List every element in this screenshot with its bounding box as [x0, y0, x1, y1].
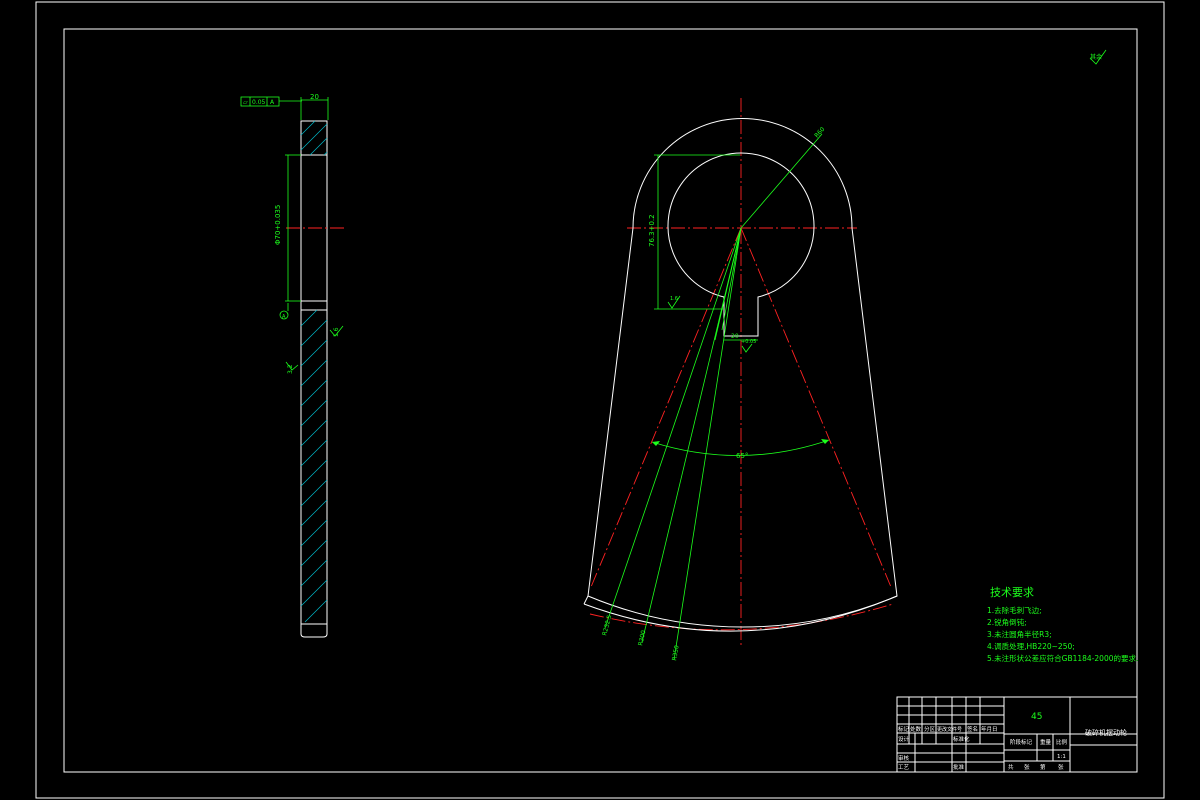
- inner-drawing-frame: [63, 28, 1138, 773]
- tb-label-date: 年月日: [981, 725, 998, 733]
- side-width-dim: 20: [310, 93, 319, 101]
- radius-top-label: R60: [813, 126, 826, 140]
- datum-letter: A: [282, 314, 286, 320]
- tb-sheet-unit-2: 张: [1058, 763, 1064, 771]
- hatch-bottom: [300, 309, 328, 623]
- tech-req-item-3: 3.未注圆角半径R3;: [987, 629, 1052, 639]
- side-view: ▱ 0.05 A 20 Φ70+0.035 A 1.6 3.2: [240, 93, 345, 638]
- tolerance-value: 0.05: [252, 99, 266, 106]
- tb-sheet-total: 共: [1008, 763, 1014, 771]
- tech-req-title: 技术要求: [990, 586, 1034, 599]
- tolerance-symbol: ▱: [243, 99, 248, 106]
- tb-label-sign: 签名: [967, 725, 978, 733]
- outer-sheet-border: [35, 1, 1165, 799]
- keyway-width: 20: [731, 333, 739, 340]
- lever-outline: [587, 118, 898, 628]
- tb-label-change: 更改文件号: [937, 726, 962, 733]
- technical-requirements: 技术要求 1.去除毛刺飞边; 2.锐角倒钝; 3.未注圆角半径R3; 4.调质处…: [987, 586, 1138, 663]
- height-dim-label: 76.3+0.2: [648, 214, 656, 247]
- tech-req-item-4: 4.调质处理,HB220~250;: [987, 641, 1075, 651]
- tb-sheet-unit-1: 张: [1024, 763, 1030, 771]
- tolerance-datum: A: [270, 99, 275, 106]
- title-block: 设计 审核 工艺 标准化 批准 标记 处数 分区 更改文件号 签名 年月日 45…: [896, 696, 1138, 773]
- tech-req-item-2: 2.锐角倒钝;: [987, 617, 1027, 627]
- hatch-top: [300, 120, 328, 156]
- tb-sheet-no: 第: [1040, 763, 1046, 771]
- tb-label-design: 设计: [898, 735, 910, 743]
- tb-part-name: 破碎机摆动轮: [1085, 728, 1127, 737]
- tb-label-standard: 标准化: [953, 735, 970, 743]
- tb-label-zone: 分区: [924, 725, 936, 733]
- tb-material: 45: [1031, 712, 1042, 722]
- tb-label-count: 处数: [910, 725, 922, 733]
- tb-label-approve: 批准: [953, 763, 965, 771]
- angle-label: 65°: [736, 452, 748, 460]
- tolerance-frame: ▱ 0.05 A: [240, 96, 302, 107]
- tech-req-item-1: 1.去除毛刺飞边;: [987, 605, 1042, 615]
- keyway-tol: +0.05: [741, 339, 756, 345]
- tb-label-review: 审核: [898, 754, 910, 762]
- tb-scale: 比例: [1056, 738, 1068, 746]
- side-roughness-right: 1.6: [333, 327, 340, 337]
- side-roughness-left: 3.2: [287, 364, 294, 374]
- roughness-mark-label: 其余: [1090, 53, 1102, 61]
- cad-drawing: 其余 ▱ 0.05 A 20 Φ70+0.035 A 1.6 3.2 R60 R…: [35, 1, 1165, 799]
- front-view: R60 R232.5 R300 R350 76.3+0.2 1.6 20 +0.…: [583, 98, 898, 662]
- tech-req-item-5: 5.未注形状公差应符合GB1184-2000的要求.: [987, 653, 1138, 663]
- side-bore-dim: Φ70+0.035: [274, 205, 282, 245]
- radius-mid-label: R300: [637, 629, 647, 646]
- tb-stage: 阶段标记: [1010, 738, 1033, 746]
- roughness-mark-other: 其余: [1089, 49, 1107, 65]
- radius-inner-label: R350: [671, 645, 681, 662]
- side-body-outline: [300, 120, 328, 638]
- tb-label-mark: 标记: [898, 725, 910, 733]
- tb-weight: 重量: [1040, 738, 1052, 746]
- tb-scale-value: 1:1: [1057, 754, 1066, 760]
- bore-roughness: 1.6: [670, 296, 678, 302]
- tb-label-process: 工艺: [898, 764, 910, 771]
